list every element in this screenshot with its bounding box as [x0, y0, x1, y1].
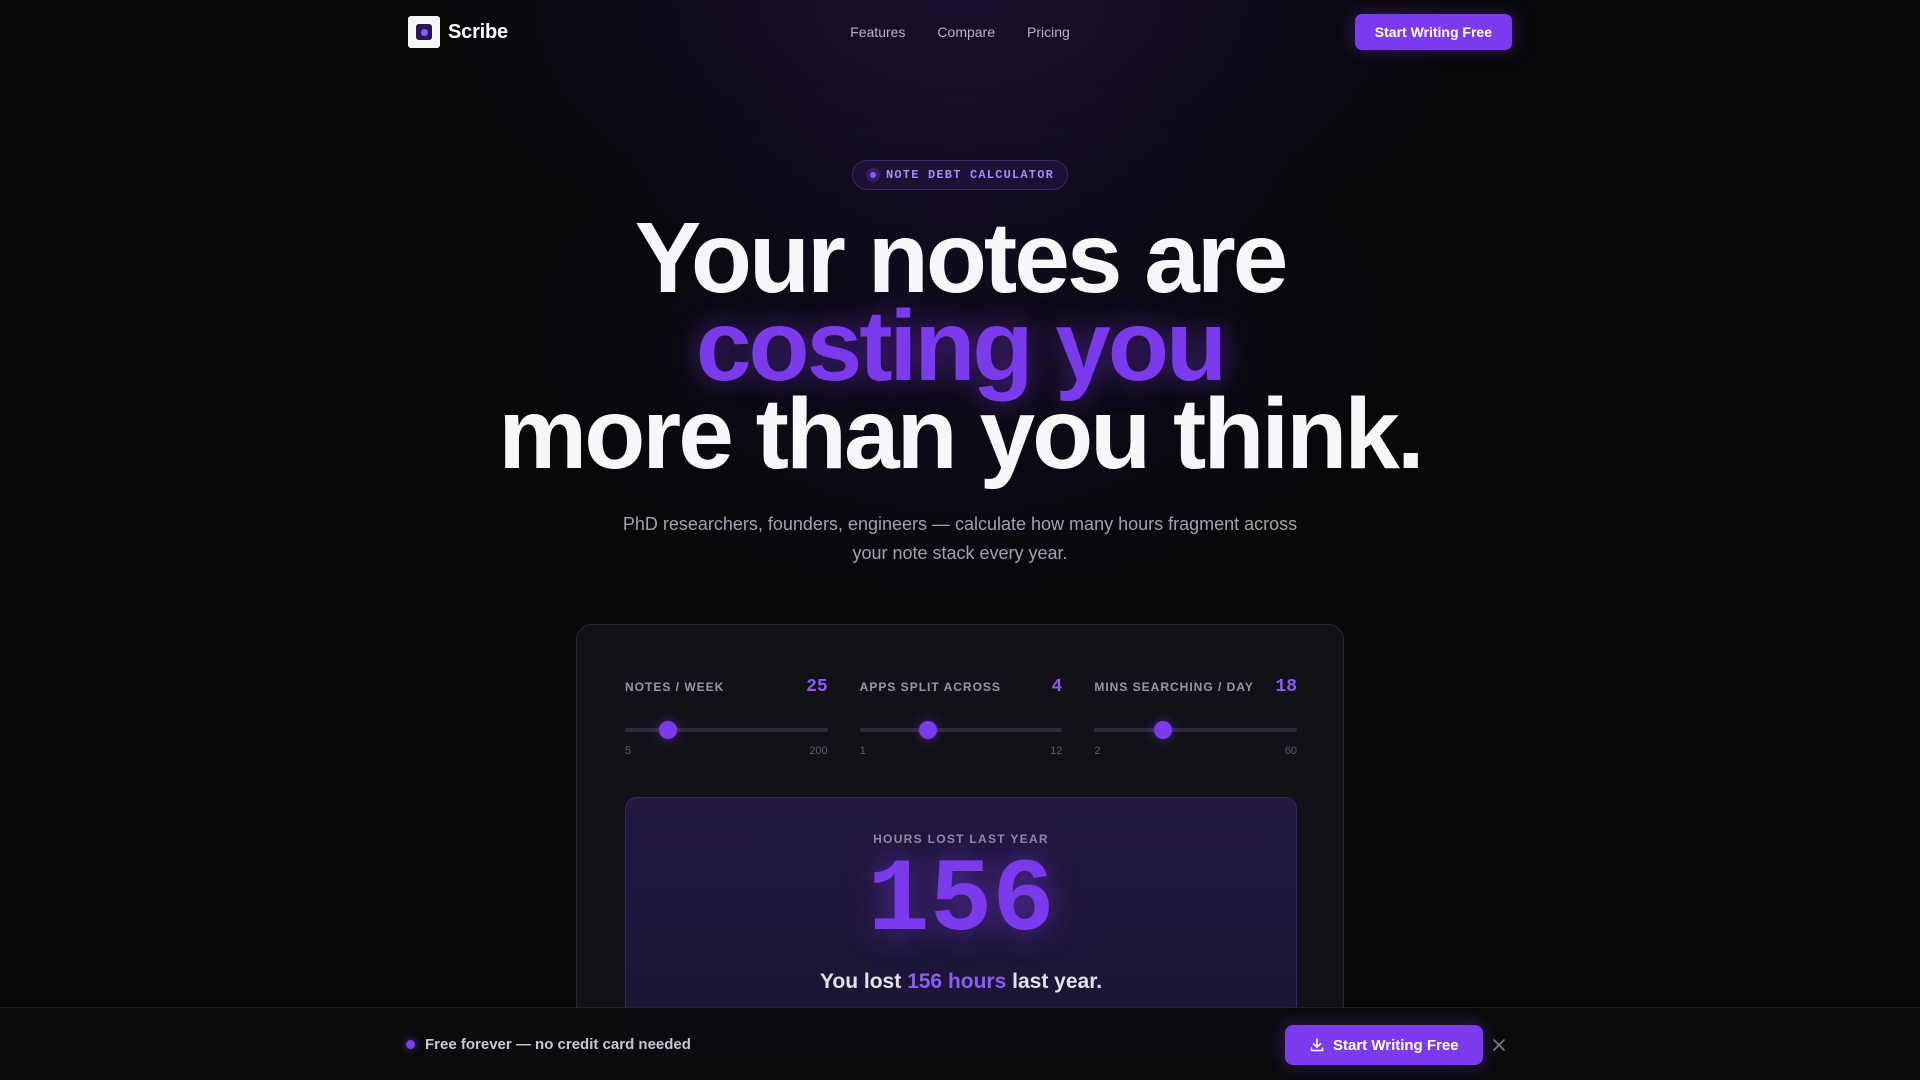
slider-min: 5: [625, 745, 632, 757]
headline-line-3: more than you think.: [498, 378, 1424, 490]
slider-min: 2: [1094, 745, 1101, 757]
download-icon: [1310, 1038, 1324, 1052]
headline-line-2: costing you: [695, 290, 1227, 402]
slider-thumb[interactable]: [1153, 721, 1172, 739]
calculator-badge: NOTE DEBT CALCULATOR: [852, 160, 1068, 190]
slider-track[interactable]: [1094, 728, 1298, 732]
slider-label: NOTES / WEEK: [625, 680, 725, 694]
slider-min: 1: [859, 745, 866, 757]
result-number: 156: [867, 843, 1055, 961]
slider-mins-searching: MINS SEARCHING / DAY 18 2 60: [1094, 677, 1298, 757]
result-suffix: last year.: [1012, 970, 1103, 993]
result-hours: 156 hours: [907, 970, 1007, 993]
slider-apps-split: APPS SPLIT ACROSS 4 1 12: [859, 677, 1063, 757]
hero-headline: Your notes are costing you more than you…: [0, 202, 1920, 490]
brand[interactable]: Scribe: [408, 16, 508, 48]
badge-label: NOTE DEBT CALCULATOR: [885, 168, 1055, 182]
bottom-bar-message: Free forever — no credit card needed: [406, 1036, 691, 1053]
bottom-start-writing-button[interactable]: Start Writing Free: [1285, 1025, 1483, 1065]
sticky-bottom-bar: Free forever — no credit card needed Sta…: [0, 1007, 1920, 1080]
brand-name: Scribe: [448, 20, 508, 43]
slider-label: MINS SEARCHING / DAY: [1094, 680, 1254, 694]
hero-subtitle: PhD researchers, founders, engineers — c…: [622, 514, 1298, 563]
nav-link-features[interactable]: Features: [850, 24, 905, 40]
close-icon[interactable]: [1491, 1037, 1507, 1053]
slider-track[interactable]: [625, 728, 828, 732]
status-dot-icon: [406, 1040, 415, 1049]
slider-max: 200: [809, 745, 828, 757]
slider-notes-per-week: NOTES / WEEK 25 5 200: [625, 677, 828, 757]
bottom-cta-label: Start Writing Free: [1333, 1036, 1459, 1054]
top-nav: Scribe Features Compare Pricing Start Wr…: [408, 14, 1512, 50]
slider-value: 18: [1275, 677, 1298, 697]
nav-start-writing-button[interactable]: Start Writing Free: [1354, 14, 1512, 50]
headline-line-1: Your notes are: [634, 202, 1289, 314]
slider-thumb[interactable]: [659, 721, 678, 739]
slider-max: 60: [1284, 745, 1298, 757]
slider-value: 25: [806, 677, 828, 697]
dot-icon: [865, 168, 880, 182]
nav-link-compare[interactable]: Compare: [937, 24, 995, 40]
result-summary: You lost 156 hours last year.: [626, 970, 1296, 994]
nav-link-pricing[interactable]: Pricing: [1027, 24, 1070, 40]
slider-max: 12: [1050, 745, 1063, 757]
result-prefix: You lost: [819, 970, 902, 993]
nav-links: Features Compare Pricing: [850, 24, 1070, 40]
scribe-logo-icon: [408, 16, 440, 48]
bottom-bar-text: Free forever — no credit card needed: [425, 1036, 691, 1053]
slider-track[interactable]: [859, 728, 1063, 732]
slider-value: 4: [1051, 677, 1063, 697]
slider-thumb[interactable]: [918, 721, 937, 739]
slider-label: APPS SPLIT ACROSS: [859, 680, 1001, 694]
slider-group: NOTES / WEEK 25 5 200 APPS SPLIT ACROSS …: [625, 677, 1298, 757]
